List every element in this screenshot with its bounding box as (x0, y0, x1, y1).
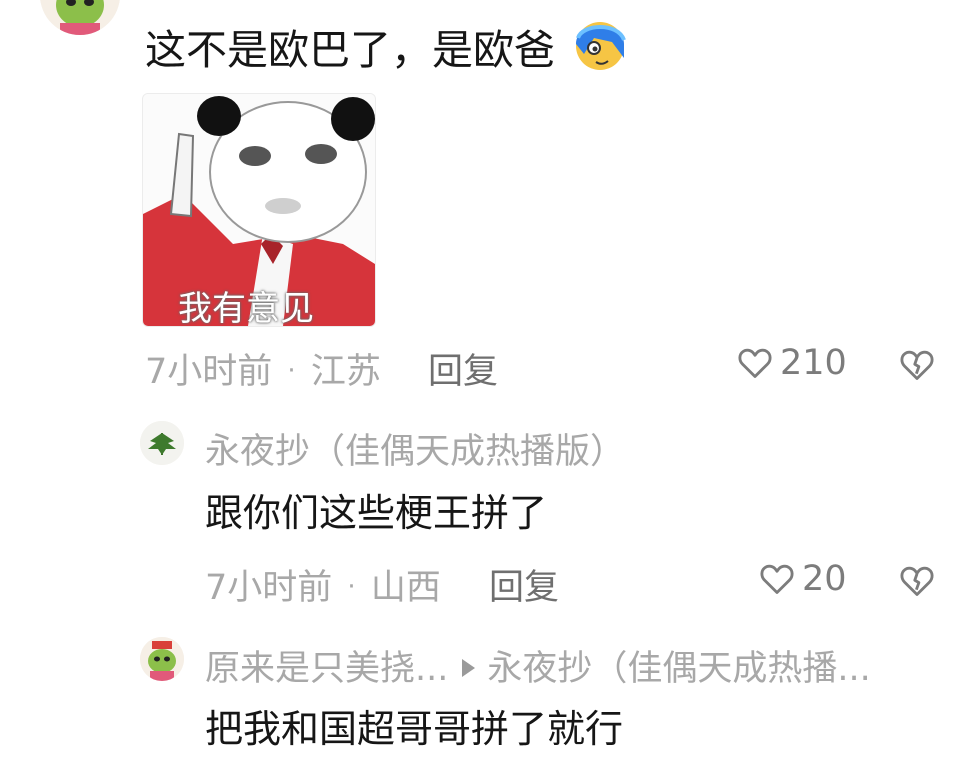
shrek-avatar-icon (140, 637, 184, 681)
reply-meta-1: 7小时前 · 山西 (205, 559, 441, 610)
leaf-avatar-icon (140, 421, 184, 465)
comment-text-content: 这不是欧巴了，是欧爸 (145, 26, 555, 74)
like-count: 210 (780, 343, 847, 383)
reply-username-1[interactable]: 永夜抄（佳偶天成热播版） (205, 423, 625, 474)
sticker-caption: 我有意见 (178, 289, 314, 327)
comment-meta: 7小时前 · 江苏 (145, 343, 381, 394)
comment-reply-button[interactable]: 回复 (428, 343, 498, 394)
reply-to-arrow-icon (462, 659, 476, 677)
reply-dislike-button-1[interactable] (898, 562, 936, 600)
reply-location-1: 山西 (370, 568, 441, 608)
reply-text-2: 把我和国超哥哥拼了就行 (205, 707, 624, 751)
reply-author-2[interactable]: 原来是只美挠... (205, 649, 448, 689)
comment-text: 这不是欧巴了，是欧爸 (145, 14, 630, 78)
shrek-avatar-icon (40, 0, 120, 35)
panda-meme-sticker[interactable]: 我有意见 (142, 93, 376, 327)
broken-heart-icon (900, 350, 934, 380)
reply-avatar-1[interactable] (140, 421, 184, 465)
blue-hair-emoji-icon (576, 22, 626, 70)
broken-heart-icon (900, 566, 934, 596)
commenter-avatar[interactable] (40, 0, 120, 35)
reply-time-1: 7小时前 (205, 568, 333, 608)
comment-dislike-button[interactable] (898, 346, 936, 384)
meta-separator: · (347, 572, 356, 602)
reply-target-2[interactable]: 永夜抄（佳偶天成热播... (487, 649, 870, 689)
comment-like-button[interactable]: 210 (736, 343, 847, 383)
comment-time: 7小时前 (145, 352, 273, 392)
reply-like-count-1: 20 (802, 559, 847, 599)
reply-reply-button-1[interactable]: 回复 (489, 559, 559, 610)
meta-separator: · (287, 356, 296, 386)
heart-icon (760, 564, 794, 594)
reply-avatar-2[interactable] (140, 637, 184, 681)
reply-text-1: 跟你们这些梗王拼了 (205, 491, 548, 535)
heart-icon (738, 348, 772, 378)
reply-like-button-1[interactable]: 20 (758, 559, 847, 599)
reply-username-2[interactable]: 原来是只美挠... 永夜抄（佳偶天成热播... (205, 640, 871, 691)
comment-location: 江苏 (310, 352, 381, 392)
